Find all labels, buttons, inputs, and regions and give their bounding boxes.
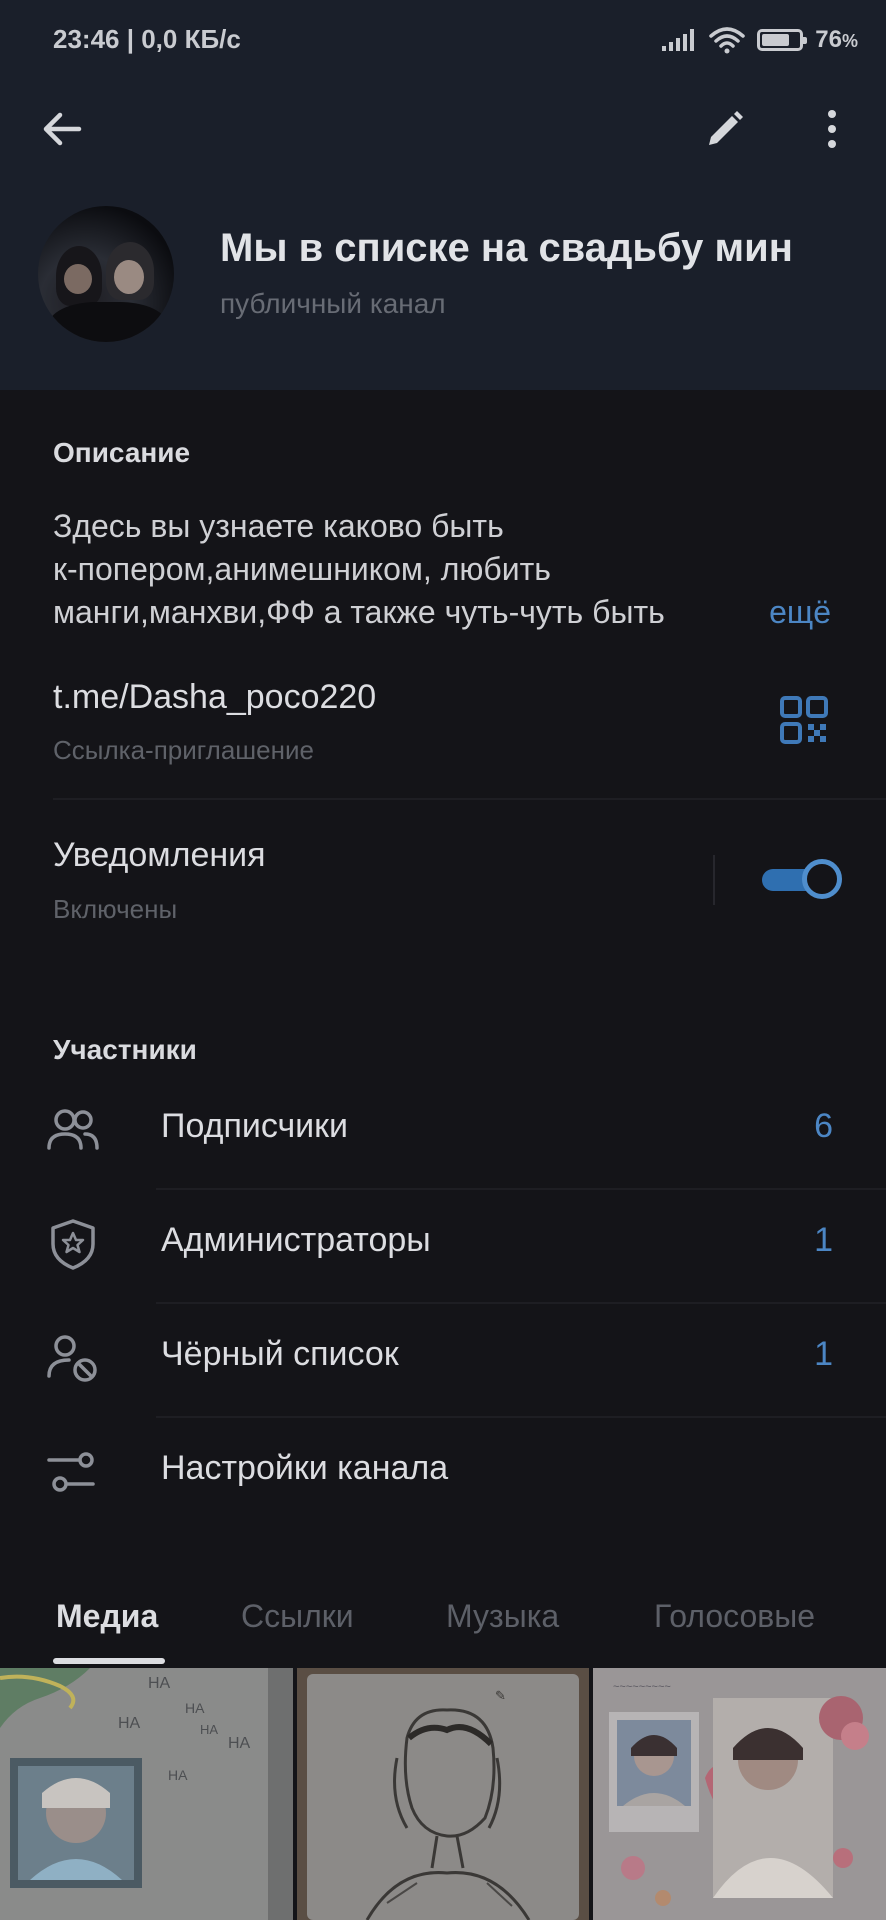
status-time: 23:46 | 0,0 КБ/с — [53, 24, 241, 54]
channel-avatar[interactable] — [38, 206, 174, 342]
svg-text:HA: HA — [200, 1722, 218, 1737]
back-button[interactable] — [27, 94, 97, 164]
description-line: к-попером,анимешником, любить — [53, 551, 551, 587]
subscribers-row[interactable]: Подписчики 6 — [0, 1074, 886, 1186]
users-icon — [47, 1109, 99, 1150]
description-heading: Описание — [53, 437, 191, 468]
sliders-icon — [47, 1452, 95, 1492]
wifi-icon — [709, 27, 746, 54]
subscribers-count: 6 — [814, 1107, 833, 1145]
administrators-label: Администраторы — [161, 1221, 431, 1259]
description-line: Здесь вы узнаете каково быть — [53, 508, 504, 544]
battery-percent: 76% — [815, 26, 858, 53]
svg-text:✎: ✎ — [495, 1688, 506, 1703]
divider — [53, 798, 886, 800]
channel-title: Мы в списке на свадьбу мин — [220, 226, 870, 271]
blacklist-count: 1 — [814, 1335, 833, 1373]
svg-text:HA: HA — [168, 1767, 188, 1783]
tab-music[interactable]: Музыка — [446, 1598, 559, 1635]
more-button[interactable] — [797, 94, 867, 164]
tab-media[interactable]: Медиа — [56, 1598, 158, 1635]
tab-voice[interactable]: Голосовые — [654, 1598, 815, 1635]
media-image: ~~~~~~~~~ — [593, 1668, 886, 1920]
signal-icon — [662, 29, 695, 51]
svg-text:HA: HA — [185, 1700, 205, 1716]
channel-settings-row[interactable]: Настройки канала — [0, 1416, 886, 1528]
vertical-separator — [713, 855, 715, 905]
channel-type: публичный канал — [220, 288, 446, 319]
invite-link-label: Ссылка-приглашение — [53, 735, 314, 765]
channel-description[interactable]: Здесь вы узнаете каково быть к-попером,а… — [53, 505, 853, 634]
members-heading: Участники — [53, 1034, 197, 1065]
tab-links[interactable]: Ссылки — [241, 1598, 354, 1635]
qr-code-icon — [780, 696, 828, 744]
user-blocked-icon — [47, 1335, 97, 1382]
shield-star-icon — [51, 1219, 95, 1270]
media-tabs: Медиа Ссылки Музыка Голосовые — [0, 1588, 886, 1668]
battery-icon — [757, 29, 808, 51]
blacklist-row[interactable]: Чёрный список 1 — [0, 1302, 886, 1414]
svg-text:HA: HA — [228, 1735, 251, 1752]
channel-settings-label: Настройки канала — [161, 1449, 449, 1487]
svg-text:HA: HA — [118, 1715, 141, 1732]
notifications-status: Включены — [53, 894, 178, 924]
qr-code-button[interactable] — [780, 696, 828, 744]
media-thumbnail[interactable]: ✎ — [297, 1668, 589, 1920]
notifications-label[interactable]: Уведомления — [53, 836, 266, 875]
edit-button[interactable] — [690, 94, 760, 164]
media-image: HA HA HA HA HA HA — [0, 1668, 293, 1920]
media-grid: HA HA HA HA HA HA ✎ ~~~~~~~~~ — [0, 1668, 886, 1920]
media-thumbnail[interactable]: HA HA HA HA HA HA — [0, 1668, 293, 1920]
status-bar: 23:46 | 0,0 КБ/с 76% — [0, 0, 886, 84]
pencil-icon — [709, 111, 743, 145]
blacklist-label: Чёрный список — [161, 1335, 399, 1373]
channel-link[interactable]: t.me/Dasha_poco220 — [53, 678, 376, 717]
battery-level — [762, 34, 790, 46]
channel-header: 23:46 | 0,0 КБ/с 76% Мы в списке на свад… — [0, 0, 886, 390]
description-more-link[interactable]: ещё — [729, 591, 831, 634]
svg-text:~~~~~~~~~: ~~~~~~~~~ — [613, 1681, 671, 1693]
media-thumbnail[interactable]: ~~~~~~~~~ — [593, 1668, 886, 1920]
more-vertical-icon — [828, 110, 836, 148]
administrators-count: 1 — [814, 1221, 833, 1259]
media-image: ✎ — [297, 1668, 589, 1920]
svg-text:HA: HA — [148, 1675, 171, 1692]
status-indicators: 76% — [661, 22, 858, 58]
notifications-toggle[interactable] — [760, 857, 842, 901]
active-tab-indicator — [53, 1658, 165, 1664]
arrow-left-icon — [43, 112, 82, 146]
administrators-row[interactable]: Администраторы 1 — [0, 1188, 886, 1300]
subscribers-label: Подписчики — [161, 1107, 349, 1145]
channel-info-screen: 23:46 | 0,0 КБ/с 76% Мы в списке на свад… — [0, 0, 886, 1920]
